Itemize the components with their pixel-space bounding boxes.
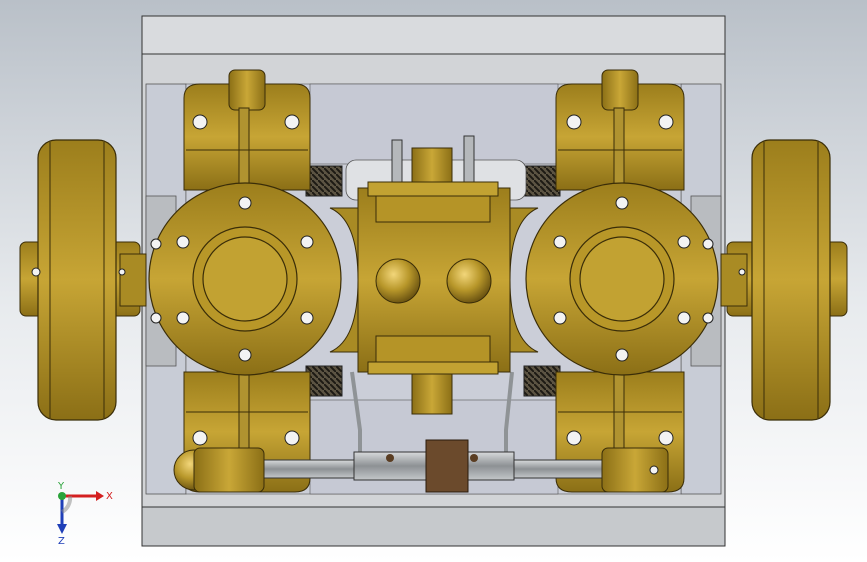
eccentric-sheave[interactable]	[425, 439, 469, 493]
frame-top-beam[interactable]	[141, 15, 726, 55]
cad-viewport[interactable]: X Y Z	[0, 0, 867, 562]
y-axis-label: Y	[57, 481, 65, 492]
bracket-top-left[interactable]	[183, 69, 311, 191]
y-axis-marker	[58, 492, 66, 500]
valve-chest-dome[interactable]	[446, 258, 492, 304]
x-axis-label: X	[106, 491, 113, 502]
spring[interactable]	[523, 365, 561, 397]
exhaust-pipe[interactable]	[411, 369, 453, 415]
valve-chest[interactable]	[357, 181, 511, 375]
z-axis-label: Z	[58, 536, 65, 547]
left-crank-block[interactable]	[193, 447, 265, 493]
wheel-right[interactable]	[720, 139, 848, 421]
cylinder-right[interactable]	[525, 182, 719, 376]
engine-model[interactable]	[0, 0, 867, 562]
spring[interactable]	[523, 165, 561, 197]
cylinder-left[interactable]	[148, 182, 342, 376]
valve-chest-dome[interactable]	[375, 258, 421, 304]
frame-bottom-beam[interactable]	[141, 506, 726, 547]
bracket-top-right[interactable]	[555, 69, 685, 191]
coordinate-triad-icon: X Y Z	[40, 478, 120, 548]
wheel-left[interactable]	[19, 139, 147, 421]
spring[interactable]	[305, 165, 343, 197]
spring[interactable]	[305, 365, 343, 397]
